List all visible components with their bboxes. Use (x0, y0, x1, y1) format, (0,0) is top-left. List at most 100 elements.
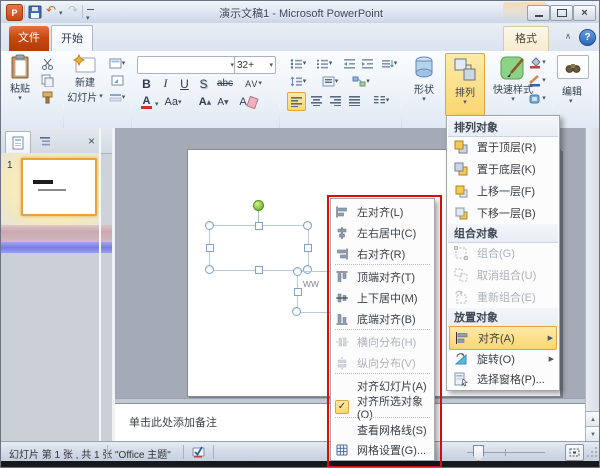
maximize-button[interactable] (550, 5, 573, 21)
menu-item-bring-to-front[interactable]: 置于顶层(R) (449, 136, 557, 158)
new-slide-button[interactable]: 新建 幻灯片 ▾ (67, 54, 103, 114)
align-center-icon (311, 96, 322, 106)
layout-button[interactable]: ▾ (105, 56, 129, 71)
reset-slide-button[interactable] (105, 73, 129, 88)
textbox2-handle-bottom-left[interactable] (292, 307, 301, 316)
textbox2-handle-top-left[interactable] (293, 267, 302, 276)
submenu-item-align-middle[interactable]: 上下居中(M) (333, 287, 432, 308)
textbox-1[interactable] (209, 225, 309, 271)
artifact-stripe-pink (1, 225, 115, 242)
submenu-item-grid-settings[interactable]: 网格设置(G)... (333, 440, 432, 459)
font-name-combo[interactable]: ▾ (137, 56, 237, 74)
submenu-item-align-right[interactable]: 右对齐(R) (333, 243, 432, 264)
align-left-button[interactable] (287, 92, 306, 111)
resize-handle-top[interactable] (255, 222, 263, 230)
tab-format-contextual[interactable]: 格式 (503, 26, 549, 52)
submenu-item-view-gridlines[interactable]: 查看网格线(S) (333, 419, 432, 440)
submenu-item-align-selected-objects[interactable]: ✓ 对齐所选对象(O) (333, 396, 432, 421)
submenu-item-align-top[interactable]: 顶端对齐(T) (333, 266, 432, 287)
slides-tab[interactable] (5, 131, 31, 153)
find-button[interactable] (557, 55, 589, 79)
font-color-button[interactable]: A (139, 94, 154, 110)
rotation-handle[interactable] (253, 200, 264, 211)
resize-handle-bottom-left[interactable] (205, 265, 214, 274)
bullets-button[interactable]: ▾ (287, 56, 309, 71)
menu-item-align[interactable]: 对齐(A) ▶ (449, 326, 557, 350)
close-panel-button[interactable]: × (83, 132, 100, 149)
collapse-ribbon-icon[interactable]: ∧ (561, 30, 575, 44)
submenu-divider (335, 329, 430, 330)
align-center-button[interactable] (308, 92, 325, 109)
menu-item-selection-pane[interactable]: 选择窗格(P)... (449, 370, 557, 388)
tab-home[interactable]: 开始 (51, 25, 93, 52)
columns-button[interactable]: ▾ (369, 92, 393, 109)
align-right-button[interactable] (327, 92, 344, 109)
underline-button[interactable]: U (177, 76, 192, 91)
new-slide-icon (73, 54, 96, 73)
copy-button[interactable] (37, 73, 57, 88)
align-right-icon (330, 96, 341, 106)
section-button[interactable]: ▾ (105, 90, 129, 105)
convert-smartart-button[interactable]: ▾ (349, 74, 373, 89)
shape-effects-button[interactable]: ▾ (523, 91, 551, 106)
submenu-item-align-center[interactable]: 左右居中(C) (333, 222, 432, 243)
selection-pane-icon (454, 372, 468, 387)
resize-handle-right[interactable] (304, 244, 312, 252)
paste-button[interactable]: 粘贴 ▾ (5, 54, 35, 114)
character-spacing-button[interactable]: AV ▾ (241, 76, 267, 91)
annotation-red-box: 左对齐(L) 左右居中(C) 右对齐(R) 顶端对齐(T) 上下居中(M) 底端… (327, 195, 442, 467)
format-painter-icon (42, 91, 52, 104)
minimize-button[interactable] (527, 5, 550, 21)
numbering-button[interactable]: ▾ (313, 56, 335, 71)
reset-icon (111, 75, 123, 86)
font-size-combo[interactable]: 32+ ▾ (234, 56, 276, 74)
resize-handle-top-left[interactable] (205, 221, 214, 230)
zoom-slider-thumb[interactable] (473, 445, 484, 461)
editing-dropdown-arrow-icon[interactable]: ▾ (569, 98, 573, 105)
fit-to-window-button[interactable] (565, 444, 584, 461)
outline-tab[interactable] (33, 132, 57, 152)
font-color-dropdown-arrow-icon[interactable]: ▾ (155, 101, 159, 108)
resize-handle-left[interactable] (206, 244, 214, 252)
spell-check-button[interactable] (191, 444, 207, 460)
resize-handle-top-right[interactable] (303, 221, 312, 230)
decrease-indent-button[interactable] (341, 56, 357, 71)
shapes-button[interactable]: 形状 ▾ (405, 53, 443, 114)
clear-formatting-button[interactable]: A (239, 94, 259, 110)
increase-indent-button[interactable] (359, 56, 375, 71)
menu-item-bring-forward[interactable]: 上移一层(F) (449, 180, 557, 202)
menu-item-rotate[interactable]: 旋转(O) ▶ (449, 348, 557, 370)
close-button[interactable]: × (573, 5, 596, 21)
textbox2-handle-left[interactable] (294, 288, 302, 296)
italic-button[interactable]: I (158, 76, 173, 91)
grow-font-button[interactable]: A ▲ (197, 94, 213, 110)
menu-item-send-to-back[interactable]: 置于底层(K) (449, 158, 557, 180)
line-spacing-button[interactable]: ▾ (287, 74, 309, 89)
submenu-item-align-bottom[interactable]: 底端对齐(B) (333, 308, 432, 329)
shape-outline-button[interactable]: ▾ (523, 73, 551, 88)
help-button[interactable]: ? (579, 29, 596, 46)
resize-handle-bottom[interactable] (255, 266, 263, 274)
menu-item-send-backward[interactable]: 下移一层(B) (449, 202, 557, 224)
text-shadow-button[interactable]: S (196, 76, 211, 91)
align-text-button[interactable]: ▾ (319, 74, 341, 89)
change-case-button[interactable]: Aa ▾ (164, 94, 182, 110)
format-painter-button[interactable] (37, 90, 57, 105)
shrink-font-button[interactable]: A ▼ (215, 94, 231, 110)
cut-button[interactable] (37, 56, 57, 71)
tab-file[interactable]: 文件 (9, 26, 49, 51)
theme-name[interactable]: "Office 主题" (115, 446, 171, 461)
text-direction-button[interactable]: ▾ (379, 56, 399, 71)
slide-thumbnail[interactable] (21, 158, 97, 216)
vertical-scrollbar[interactable] (585, 128, 599, 411)
resize-grip[interactable] (586, 446, 598, 458)
arrange-button[interactable]: 排列 ▾ (445, 53, 485, 116)
bullets-icon (290, 59, 302, 69)
submenu-item-align-left[interactable]: 左对齐(L) (333, 201, 432, 222)
strikethrough-button[interactable]: abc (213, 76, 237, 91)
shape-fill-icon (530, 56, 541, 68)
bold-button[interactable]: B (139, 76, 154, 91)
paste-icon (11, 54, 29, 79)
shape-fill-button[interactable]: ▾ (523, 55, 551, 70)
justify-button[interactable] (346, 92, 363, 109)
